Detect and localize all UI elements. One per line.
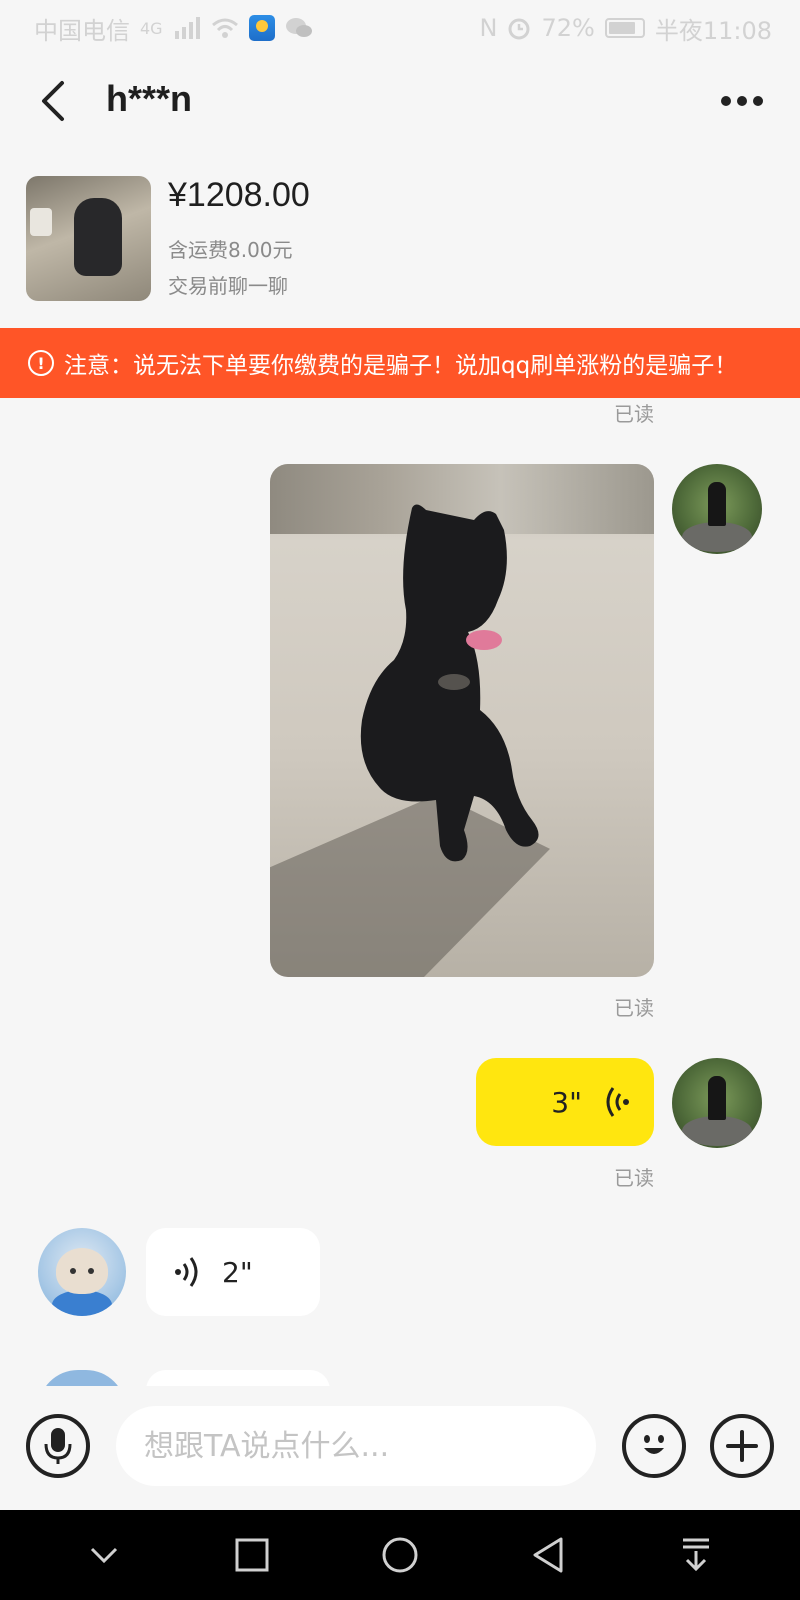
my-voice-message[interactable]: 3" — [476, 1058, 654, 1146]
carrier-label: 中国电信 — [34, 16, 130, 45]
more-button[interactable] — [712, 76, 772, 126]
message-input[interactable] — [116, 1406, 596, 1486]
voice-duration: 2" — [222, 1255, 253, 1289]
battery-percent: 72% — [541, 14, 595, 42]
nav-collapse-button[interactable] — [74, 1525, 134, 1585]
read-receipt: 已读 — [614, 402, 654, 426]
read-receipt: 已读 — [614, 996, 654, 1020]
network-type: 4G — [140, 18, 163, 38]
plus-icon — [726, 1430, 758, 1462]
nav-back-button[interactable] — [518, 1525, 578, 1585]
dog-photo-icon — [360, 504, 539, 862]
status-right: N 72% 半夜11:08 — [480, 11, 772, 46]
alarm-icon — [508, 18, 530, 40]
avatar-figure — [708, 482, 726, 526]
more-dots-icon — [721, 96, 731, 106]
image-message[interactable] — [270, 464, 654, 977]
voice-wave-icon — [175, 1257, 198, 1287]
avatar-cat-face — [56, 1248, 108, 1294]
my-avatar[interactable] — [672, 464, 762, 554]
nav-notification-button[interactable] — [666, 1525, 726, 1585]
shipping-fee: 含运费8.00元 — [168, 238, 293, 262]
system-nav-bar — [0, 1510, 800, 1600]
chevron-down-icon — [90, 1547, 118, 1564]
nfc-icon: N — [479, 14, 498, 42]
seller-avatar[interactable] — [38, 1228, 126, 1316]
product-price: ¥1208.00 — [168, 176, 310, 214]
avatar-eye — [70, 1268, 76, 1274]
back-button[interactable] — [28, 76, 78, 126]
avatar-eye — [88, 1268, 94, 1274]
wifi-icon — [211, 18, 238, 38]
back-arrow-icon — [42, 81, 64, 121]
product-card[interactable]: ¥1208.00 含运费8.00元 交易前聊一聊 — [26, 176, 786, 302]
avatar-figure — [708, 1076, 726, 1120]
status-bar: 中国电信 4G N 72% 半夜11:08 — [0, 0, 800, 56]
avatar-rock — [682, 522, 752, 552]
warning-text: 注意：说无法下单要你缴费的是骗子！说加qq刷单涨粉的是骗子！ — [64, 353, 738, 379]
product-subtitle: 交易前聊一聊 — [168, 274, 288, 298]
input-bar — [0, 1386, 800, 1510]
warning-icon: ! — [28, 350, 54, 376]
voice-duration: 3" — [551, 1085, 582, 1119]
clock-time: 半夜11:08 — [654, 16, 772, 45]
signal-icon — [174, 17, 200, 39]
bowl-shape — [30, 208, 52, 236]
more-dot — [753, 96, 763, 106]
chat-header: h***n — [0, 56, 800, 148]
my-avatar[interactable] — [672, 1058, 762, 1148]
triangle-back-icon — [533, 1537, 563, 1573]
status-left: 中国电信 4G — [34, 11, 313, 46]
voice-input-button[interactable] — [26, 1414, 90, 1478]
seller-voice-message[interactable]: 2" — [146, 1228, 320, 1316]
product-thumbnail[interactable] — [26, 176, 151, 301]
emoji-button[interactable] — [622, 1414, 686, 1478]
scam-warning-banner: ! 注意：说无法下单要你缴费的是骗子！说加qq刷单涨粉的是骗子！ — [0, 328, 800, 398]
nav-home-button[interactable] — [370, 1525, 430, 1585]
weather-app-icon — [248, 15, 275, 41]
avatar-rock — [682, 1116, 752, 1146]
voice-wave-icon — [606, 1087, 629, 1117]
circle-icon — [382, 1537, 418, 1573]
read-receipt: 已读 — [614, 1166, 654, 1190]
microphone-icon — [44, 1428, 72, 1464]
nav-recents-button[interactable] — [222, 1525, 282, 1585]
square-icon — [235, 1538, 269, 1572]
add-button[interactable] — [710, 1414, 774, 1478]
more-dot — [737, 96, 747, 106]
dog-shape — [74, 198, 122, 276]
pull-down-icon — [683, 1538, 709, 1572]
emoji-icon — [644, 1435, 664, 1454]
page-title: h***n — [106, 78, 193, 119]
wechat-icon — [285, 18, 312, 37]
battery-icon — [604, 18, 645, 38]
